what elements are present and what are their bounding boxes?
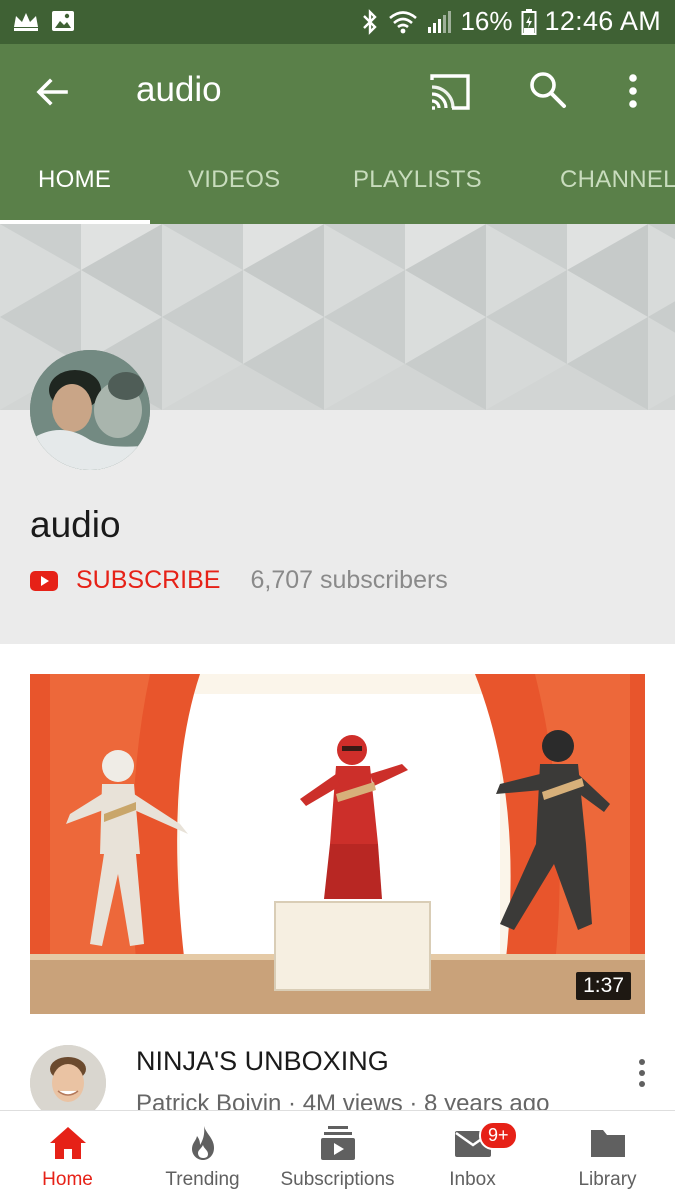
nav-library-label: Library <box>578 1169 637 1190</box>
nav-trending-label: Trending <box>165 1169 240 1190</box>
inbox-badge: 9+ <box>479 1121 518 1150</box>
battery-icon <box>521 8 537 35</box>
signal-icon <box>428 10 452 33</box>
tab-channels[interactable]: CHANNEL <box>560 166 675 194</box>
youtube-logo-icon[interactable] <box>30 570 58 591</box>
nav-inbox-label: Inbox <box>449 1169 496 1190</box>
tab-videos[interactable]: VIDEOS <box>188 166 281 194</box>
search-icon[interactable] <box>526 68 570 112</box>
status-bar: 16% 12:46 AM <box>0 0 675 44</box>
more-vert-icon[interactable] <box>616 68 650 116</box>
home-icon <box>49 1127 86 1159</box>
tab-playlists[interactable]: PLAYLISTS <box>353 166 482 194</box>
nav-inbox[interactable]: 9+ Inbox <box>405 1111 540 1200</box>
cast-icon[interactable] <box>426 70 474 114</box>
app-bar: audio <box>0 44 675 140</box>
nav-trending[interactable]: Trending <box>135 1111 270 1200</box>
channel-name: audio <box>30 504 121 545</box>
channel-avatar[interactable] <box>30 350 150 470</box>
status-time: 12:46 AM <box>544 6 661 36</box>
video-thumbnail[interactable]: 1:37 <box>30 674 645 1014</box>
nav-home[interactable]: Home <box>0 1111 135 1200</box>
status-right-icons: 16% 12:46 AM <box>360 6 661 37</box>
bottom-nav: Home Trending Subscriptions 9+ Inbox Lib… <box>0 1110 675 1200</box>
back-arrow-icon[interactable] <box>30 70 74 114</box>
flame-icon <box>191 1126 214 1160</box>
crown-icon <box>14 13 38 31</box>
channel-tabs: HOME VIDEOS PLAYLISTS CHANNEL <box>0 140 675 224</box>
video-more-vert-icon[interactable] <box>630 1056 654 1092</box>
image-icon <box>52 11 74 31</box>
nav-home-label: Home <box>42 1169 93 1190</box>
wifi-icon <box>389 10 418 33</box>
video-duration: 1:37 <box>576 972 631 1000</box>
status-left-icons <box>12 8 76 34</box>
subscribe-row: SUBSCRIBE 6,707 subscribers <box>30 566 448 595</box>
tab-home[interactable]: HOME <box>38 166 111 194</box>
subscriptions-icon <box>320 1126 355 1160</box>
nav-library[interactable]: Library <box>540 1111 675 1200</box>
app-title: audio <box>136 70 222 109</box>
subscribe-button[interactable]: SUBSCRIBE <box>76 566 220 595</box>
folder-icon <box>590 1130 625 1157</box>
nav-subscriptions-label: Subscriptions <box>280 1169 395 1190</box>
battery-percent: 16% <box>460 6 513 36</box>
nav-subscriptions[interactable]: Subscriptions <box>270 1111 405 1200</box>
video-title[interactable]: NINJA'S UNBOXING <box>136 1046 389 1077</box>
bluetooth-icon <box>363 8 378 35</box>
subscriber-count: 6,707 subscribers <box>250 566 448 594</box>
